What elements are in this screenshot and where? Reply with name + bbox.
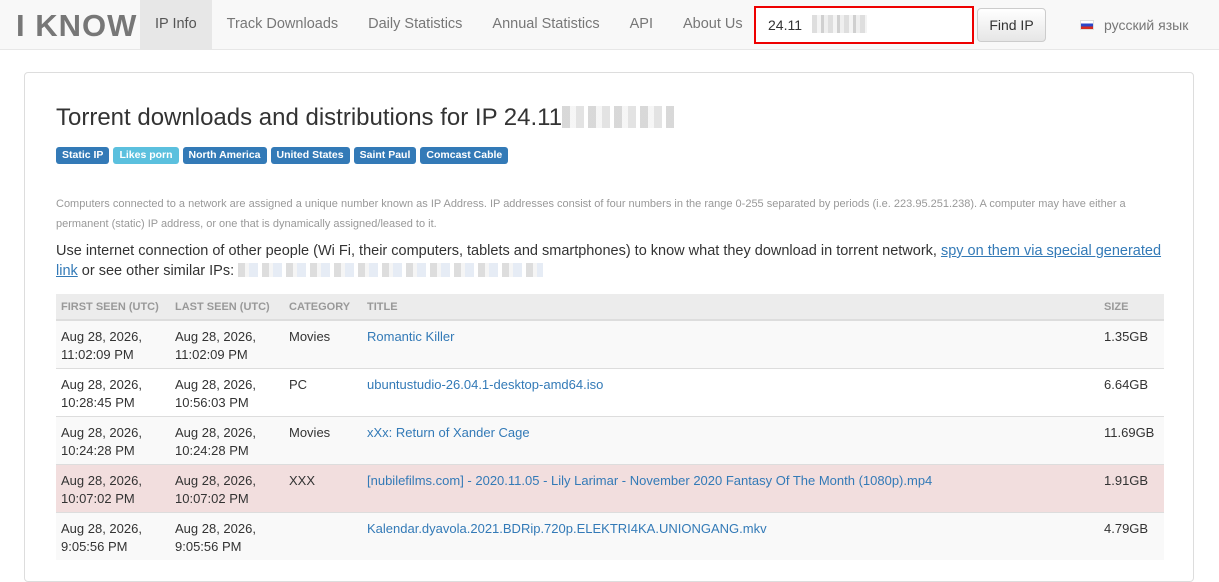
first-seen-cell: Aug 28, 2026, 11:02:09 PM bbox=[56, 319, 170, 368]
first-seen-time: 11:02:09 PM bbox=[61, 347, 134, 362]
category-cell: Movies bbox=[284, 319, 362, 368]
col-size: SIZE bbox=[1099, 294, 1164, 321]
category-cell: PC bbox=[284, 367, 362, 416]
tag-static-ip: Static IP bbox=[56, 147, 110, 164]
lead-paragraph: Use internet connection of other people … bbox=[56, 241, 1166, 281]
last-seen-time: 10:56:03 PM bbox=[175, 394, 249, 410]
first-seen-cell: Aug 28, 2026, 10:24:28 PM bbox=[56, 415, 170, 464]
size-cell: 1.91GB bbox=[1099, 463, 1164, 512]
last-seen-date: Aug 28, 2026, bbox=[175, 424, 256, 440]
title-cell: Kalendar.dyavola.2021.BDRip.720p.ELEKTRI… bbox=[362, 511, 1099, 560]
first-seen-time: 10:24:28 PM bbox=[61, 442, 135, 458]
size-cell: 1.35GB bbox=[1099, 319, 1164, 368]
title-cell: ubuntustudio-26.04.1-desktop-amd64.iso bbox=[362, 367, 1099, 416]
russia-flag-icon bbox=[1080, 20, 1094, 30]
tag-country: United States bbox=[270, 147, 350, 164]
title-cell: Romantic Killer bbox=[362, 319, 1099, 368]
last-seen-time: 10:24:28 PM bbox=[175, 442, 249, 458]
tag-city: Saint Paul bbox=[353, 147, 417, 164]
first-seen-date: Aug 28, 2026, bbox=[61, 424, 142, 440]
language-switch[interactable]: русский язык bbox=[1080, 0, 1188, 50]
first-seen-cell: Aug 28, 2026, 10:07:02 PM bbox=[56, 463, 170, 512]
first-seen-date: Aug 28, 2026, bbox=[61, 472, 142, 488]
size-cell: 4.79GB bbox=[1099, 511, 1164, 560]
last-seen-date: Aug 28, 2026, bbox=[175, 472, 256, 488]
col-category: CATEGORY bbox=[284, 294, 362, 321]
category-cell: XXX bbox=[284, 463, 362, 512]
first-seen-time: 10:28:45 PM bbox=[61, 394, 135, 410]
torrent-title-link[interactable]: Kalendar.dyavola.2021.BDRip.720p.ELEKTRI… bbox=[367, 521, 767, 536]
last-seen-cell: Aug 28, 2026, 10:56:03 PM bbox=[170, 367, 284, 416]
last-seen-cell: Aug 28, 2026, 10:24:28 PM bbox=[170, 415, 284, 464]
nav-annual-statistics[interactable]: Annual Statistics bbox=[477, 0, 614, 50]
first-seen-date: Aug 28, 2026, bbox=[61, 376, 142, 392]
first-seen-time: 10:07:02 PM bbox=[61, 490, 135, 506]
torrent-title-link[interactable]: ubuntustudio-26.04.1-desktop-amd64.iso bbox=[367, 377, 603, 392]
category-cell bbox=[284, 511, 362, 560]
nav-daily-statistics[interactable]: Daily Statistics bbox=[353, 0, 477, 50]
torrent-title-link[interactable]: xXx: Return of Xander Cage bbox=[367, 425, 530, 440]
size-cell: 11.69GB bbox=[1099, 415, 1164, 464]
similar-ips-redaction bbox=[238, 263, 544, 277]
first-seen-date: Aug 28, 2026, bbox=[61, 329, 142, 344]
navbar: I KNOW IP Info Track Downloads Daily Sta… bbox=[0, 0, 1219, 50]
lead-suffix: or see other similar IPs: bbox=[81, 263, 235, 279]
content-panel: Torrent downloads and distributions for … bbox=[24, 72, 1194, 582]
torrent-title-link[interactable]: [nubilefilms.com] - 2020.11.05 - Lily La… bbox=[367, 473, 932, 488]
first-seen-time: 9:05:56 PM bbox=[61, 538, 128, 554]
nav-api[interactable]: API bbox=[615, 0, 668, 50]
table-row-adult: Aug 28, 2026, 10:07:02 PM Aug 28, 2026, 10… bbox=[56, 463, 1164, 512]
first-seen-cell: Aug 28, 2026, 9:05:56 PM bbox=[56, 511, 170, 560]
last-seen-time: 10:07:02 PM bbox=[175, 490, 249, 506]
table-header-row: FIRST SEEN (UTC) LAST SEEN (UTC) CATEGOR… bbox=[56, 294, 1164, 321]
last-seen-date: Aug 28, 2026, bbox=[175, 520, 256, 536]
lead-text: Use internet connection of other people … bbox=[56, 243, 937, 259]
title-ip-redaction bbox=[562, 106, 675, 128]
table-row: Aug 28, 2026, 11:02:09 PM Aug 28, 2026, 11… bbox=[56, 319, 1164, 368]
title-cell: [nubilefilms.com] - 2020.11.05 - Lily La… bbox=[362, 463, 1099, 512]
tag-isp: Comcast Cable bbox=[420, 147, 509, 164]
tag-likes-porn: Likes porn bbox=[113, 147, 179, 164]
page-title: Torrent downloads and distributions for … bbox=[56, 103, 675, 133]
downloads-table: FIRST SEEN (UTC) LAST SEEN (UTC) CATEGOR… bbox=[56, 294, 1164, 560]
last-seen-date: Aug 28, 2026, bbox=[175, 329, 256, 344]
nav-about-us[interactable]: About Us bbox=[668, 0, 758, 50]
table-row: Aug 28, 2026, 10:28:45 PM Aug 28, 2026, 10… bbox=[56, 367, 1164, 416]
find-ip-button[interactable]: Find IP bbox=[977, 8, 1046, 42]
col-title: TITLE bbox=[362, 294, 1099, 321]
brand-logo[interactable]: I KNOW bbox=[16, 7, 137, 45]
last-seen-date: Aug 28, 2026, bbox=[175, 376, 256, 392]
tag-region: North America bbox=[182, 147, 267, 164]
nav-ip-info[interactable]: IP Info bbox=[140, 0, 212, 50]
torrent-title-link[interactable]: Romantic Killer bbox=[367, 329, 454, 344]
last-seen-time: 9:05:56 PM bbox=[175, 538, 242, 554]
first-seen-cell: Aug 28, 2026, 10:28:45 PM bbox=[56, 367, 170, 416]
category-cell: Movies bbox=[284, 415, 362, 464]
last-seen-time: 11:02:09 PM bbox=[175, 347, 248, 362]
main-nav: IP Info Track Downloads Daily Statistics… bbox=[140, 0, 758, 50]
language-label: русский язык bbox=[1104, 17, 1189, 33]
ip-tags: Static IP Likes porn North America Unite… bbox=[56, 147, 509, 164]
nav-track-downloads[interactable]: Track Downloads bbox=[212, 0, 353, 50]
last-seen-cell: Aug 28, 2026, 9:05:56 PM bbox=[170, 511, 284, 560]
page-title-text: Torrent downloads and distributions for … bbox=[56, 104, 563, 131]
table-row: Aug 28, 2026, 9:05:56 PM Aug 28, 2026, 9:0… bbox=[56, 511, 1164, 560]
last-seen-cell: Aug 28, 2026, 10:07:02 PM bbox=[170, 463, 284, 512]
col-first-seen: FIRST SEEN (UTC) bbox=[56, 294, 170, 321]
last-seen-cell: Aug 28, 2026, 11:02:09 PM bbox=[170, 319, 284, 368]
first-seen-date: Aug 28, 2026, bbox=[61, 520, 142, 536]
title-cell: xXx: Return of Xander Cage bbox=[362, 415, 1099, 464]
col-last-seen: LAST SEEN (UTC) bbox=[170, 294, 284, 321]
size-cell: 6.64GB bbox=[1099, 367, 1164, 416]
ip-description: Computers connected to a network are ass… bbox=[56, 198, 1126, 230]
ip-redaction bbox=[812, 15, 867, 33]
table-row: Aug 28, 2026, 10:24:28 PM Aug 28, 2026, 10… bbox=[56, 415, 1164, 464]
